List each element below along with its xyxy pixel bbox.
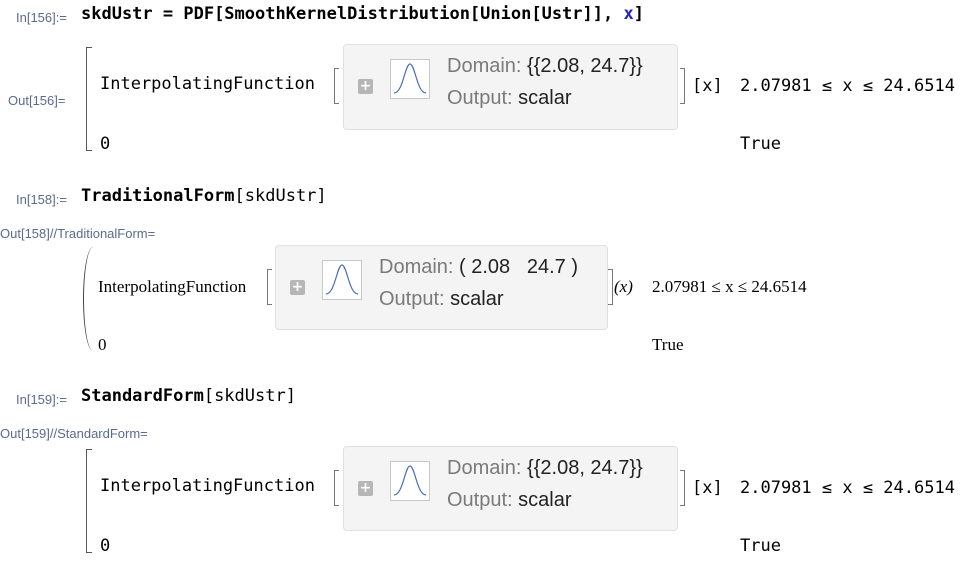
function-name: InterpolatingFunction (100, 74, 315, 94)
true-value: True (740, 536, 781, 556)
input-158[interactable]: TraditionalForm[skdUstr] (81, 186, 327, 206)
summary-box[interactable]: + Domain: ( 2.08 24.7 ) Output: scalar (275, 245, 608, 330)
true-value: True (652, 335, 684, 354)
output-line: Output: scalar (447, 87, 572, 109)
left-bracket (334, 470, 339, 506)
condition: 2.07981 ≤ x ≤ 24.6514 (652, 277, 807, 296)
output-label-156: Out[156]= (8, 93, 66, 108)
input-label-158: In[158]:= (16, 192, 67, 207)
plus-icon[interactable]: + (358, 481, 373, 496)
condition: 2.07981 ≤ x ≤ 24.6514 (740, 478, 955, 498)
output-label-159: Out[159]//StandardForm= (0, 426, 148, 441)
input-arg: [skdUstr] (234, 186, 327, 206)
left-bracket (267, 269, 272, 305)
function-name: InterpolatingFunction (98, 277, 247, 296)
input-head: TraditionalForm (81, 186, 235, 206)
domain-line: Domain: ( 2.08 24.7 ) (379, 256, 578, 278)
piecewise-brace (86, 449, 93, 553)
zero-value: 0 (98, 335, 107, 354)
right-bracket (608, 269, 613, 305)
input-var: skdUstr (81, 4, 153, 24)
input-head: StandardForm (81, 386, 204, 406)
function-arg: (x) (614, 277, 633, 296)
output-label-158: Out[158]//TraditionalForm= (0, 226, 156, 241)
input-arg: [skdUstr] (203, 386, 296, 406)
input-expr: = PDF[SmoothKernelDistribution[Union[Ust… (152, 4, 624, 24)
input-156[interactable]: skdUstr = PDF[SmoothKernelDistribution[U… (81, 4, 644, 24)
input-label-156: In[156]:= (16, 10, 67, 25)
left-bracket (334, 68, 339, 104)
zero-value: 0 (100, 536, 111, 556)
output-line: Output: scalar (379, 288, 504, 310)
function-name: InterpolatingFunction (100, 476, 315, 496)
input-close: ] (633, 4, 644, 24)
function-arg: [x] (692, 478, 723, 498)
condition: 2.07981 ≤ x ≤ 24.6514 (740, 76, 955, 96)
summary-box[interactable]: + Domain: {{2.08, 24.7}} Output: scalar (343, 446, 678, 531)
right-bracket (680, 68, 685, 104)
piecewise-brace (83, 247, 94, 351)
true-value: True (740, 134, 781, 154)
zero-value: 0 (100, 134, 111, 154)
input-159[interactable]: StandardForm[skdUstr] (81, 386, 296, 406)
right-bracket (680, 470, 685, 506)
plus-icon[interactable]: + (358, 79, 373, 94)
plus-icon[interactable]: + (290, 280, 305, 295)
summary-box[interactable]: + Domain: {{2.08, 24.7}} Output: scalar (343, 44, 678, 130)
distribution-curve-icon (390, 461, 430, 501)
function-arg: [x] (692, 76, 723, 96)
input-label-159: In[159]:= (16, 392, 67, 407)
output-line: Output: scalar (447, 489, 572, 511)
distribution-curve-icon (322, 260, 362, 300)
domain-line: Domain: {{2.08, 24.7}} (447, 457, 643, 479)
domain-line: Domain: {{2.08, 24.7}} (447, 55, 643, 77)
distribution-curve-icon (390, 59, 430, 99)
piecewise-brace (86, 47, 93, 151)
input-x: x (623, 4, 634, 24)
